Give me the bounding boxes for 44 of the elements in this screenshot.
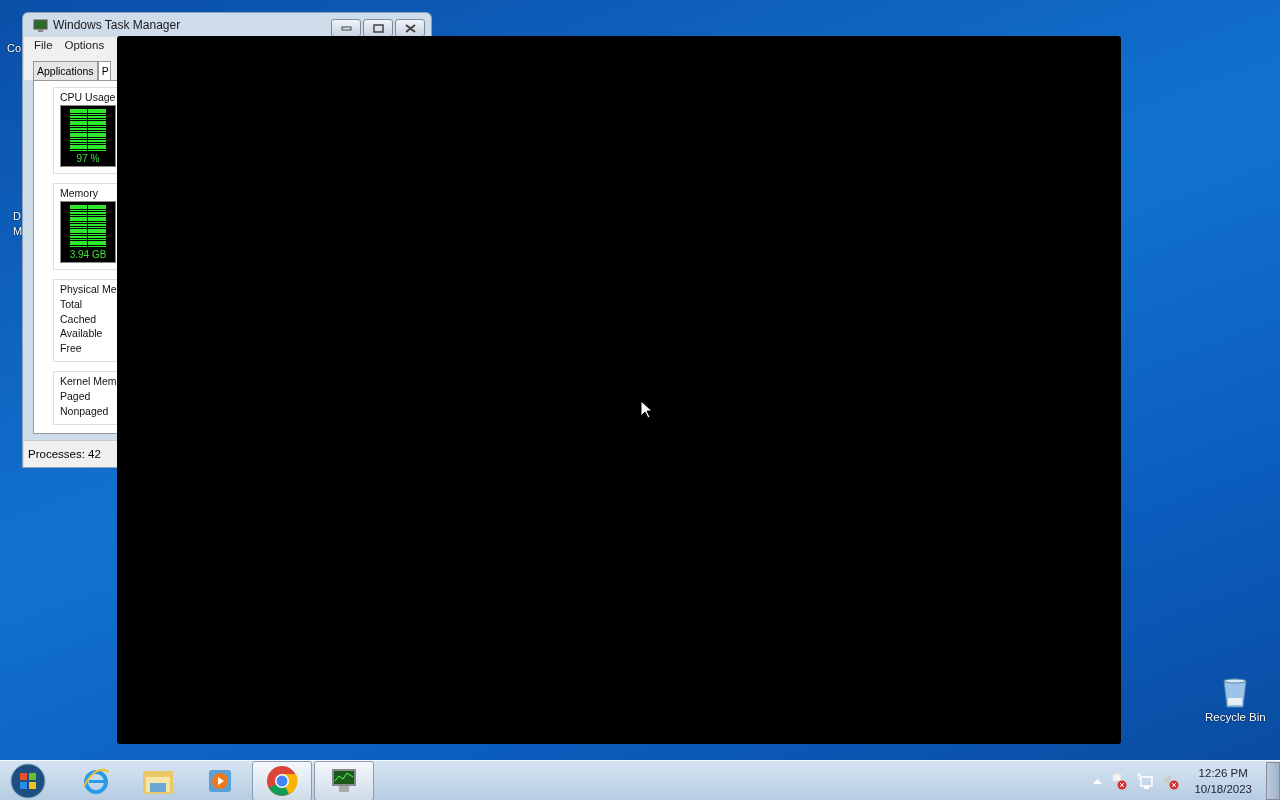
row-label: Total bbox=[60, 297, 84, 312]
row-label: Free bbox=[60, 340, 83, 355]
desktop-icon-label[interactable]: D bbox=[13, 210, 21, 222]
group-title: Kernel Mem bbox=[60, 375, 118, 387]
group-title: Physical Me bbox=[60, 283, 118, 295]
meter-bars bbox=[70, 108, 106, 151]
desktop-icon-label[interactable]: Recycle Bin bbox=[1205, 711, 1266, 723]
date-label: 10/18/2023 bbox=[1194, 782, 1252, 797]
desktop-icon-label[interactable]: M bbox=[13, 225, 23, 237]
minimize-icon bbox=[340, 25, 352, 31]
maximize-icon bbox=[372, 23, 384, 33]
speaker-muted-icon[interactable] bbox=[1162, 772, 1181, 790]
trash-bin-icon[interactable] bbox=[1222, 678, 1249, 708]
menu-item[interactable]: Options bbox=[64, 39, 105, 51]
meter-reading: 97 % bbox=[76, 152, 100, 164]
taskbar-app-button[interactable] bbox=[314, 761, 374, 800]
meter-bars bbox=[70, 204, 106, 247]
group-title: CPU Usage bbox=[60, 91, 117, 103]
flag-icon[interactable] bbox=[1110, 772, 1129, 790]
meter-reading: 3.94 GB bbox=[69, 248, 107, 260]
row-label: Nonpaged bbox=[60, 403, 110, 418]
tab[interactable]: Applications bbox=[33, 61, 98, 80]
close-icon bbox=[404, 23, 416, 33]
taskbar-app-button[interactable] bbox=[252, 761, 312, 800]
start-button[interactable] bbox=[10, 763, 46, 799]
monitor-icon bbox=[329, 768, 359, 794]
clock[interactable]: 12:26 PM 10/18/2023 bbox=[1194, 765, 1252, 797]
monitor-icon bbox=[33, 18, 48, 32]
time-label: 12:26 PM bbox=[1198, 766, 1248, 781]
chrome-icon bbox=[266, 765, 298, 797]
group-title: Memory bbox=[60, 187, 99, 199]
window-title: Windows Task Manager bbox=[53, 18, 181, 32]
desktop-icon-label[interactable]: Co bbox=[7, 42, 22, 54]
row-label: Cached bbox=[60, 311, 98, 326]
process-count: Processes: 42 bbox=[28, 448, 101, 460]
close-button[interactable] bbox=[395, 19, 425, 37]
letter-e-icon bbox=[81, 766, 111, 796]
maximize-button[interactable] bbox=[363, 19, 393, 37]
row-label: Available bbox=[60, 326, 104, 341]
row-label: Paged bbox=[60, 389, 92, 404]
minimize-button[interactable] bbox=[331, 19, 361, 37]
play-icon bbox=[207, 768, 233, 794]
menu-item[interactable]: File bbox=[34, 39, 53, 51]
cursor-icon bbox=[640, 400, 652, 419]
